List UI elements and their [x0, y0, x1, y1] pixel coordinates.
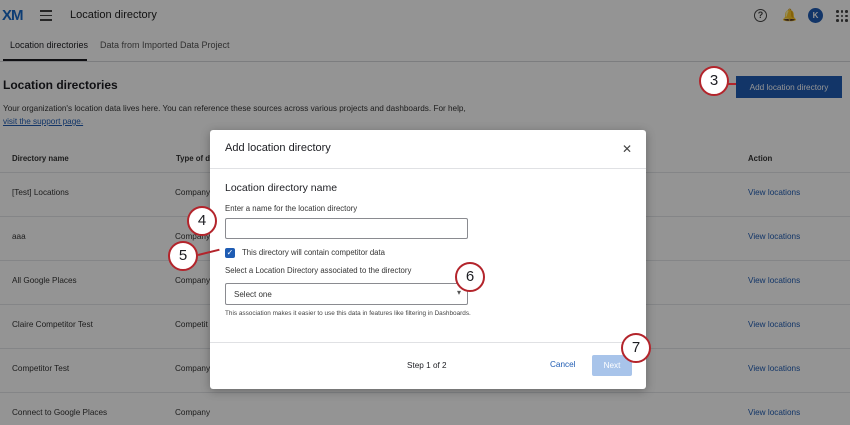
- callout-4: 4: [187, 206, 217, 236]
- close-icon[interactable]: ✕: [622, 142, 632, 156]
- section-title: Location directory name: [225, 182, 338, 194]
- callout-arrow: [727, 83, 736, 85]
- chevron-down-icon: ▾: [456, 288, 461, 297]
- location-directory-select[interactable]: Select one ▾: [225, 283, 468, 305]
- dialog-title: Add location directory: [225, 142, 331, 154]
- cancel-button[interactable]: Cancel: [550, 360, 576, 369]
- competitor-data-checkbox[interactable]: ✓: [225, 248, 235, 258]
- select-help-text: This association makes it easier to use …: [225, 310, 471, 317]
- directory-name-input[interactable]: [225, 218, 468, 239]
- select-value: Select one: [234, 290, 272, 299]
- add-location-directory-dialog: Add location directory ✕ Location direct…: [210, 130, 646, 389]
- divider: [210, 168, 646, 169]
- divider: [210, 342, 646, 343]
- select-field-label: Select a Location Directory associated t…: [225, 266, 412, 275]
- callout-5: 5: [168, 241, 198, 271]
- callout-6: 6: [455, 262, 485, 292]
- callout-3: 3: [699, 66, 729, 96]
- callout-7: 7: [621, 333, 651, 363]
- competitor-checkbox-label[interactable]: This directory will contain competitor d…: [242, 248, 385, 257]
- name-field-label: Enter a name for the location directory: [225, 204, 358, 213]
- step-indicator: Step 1 of 2: [407, 361, 447, 370]
